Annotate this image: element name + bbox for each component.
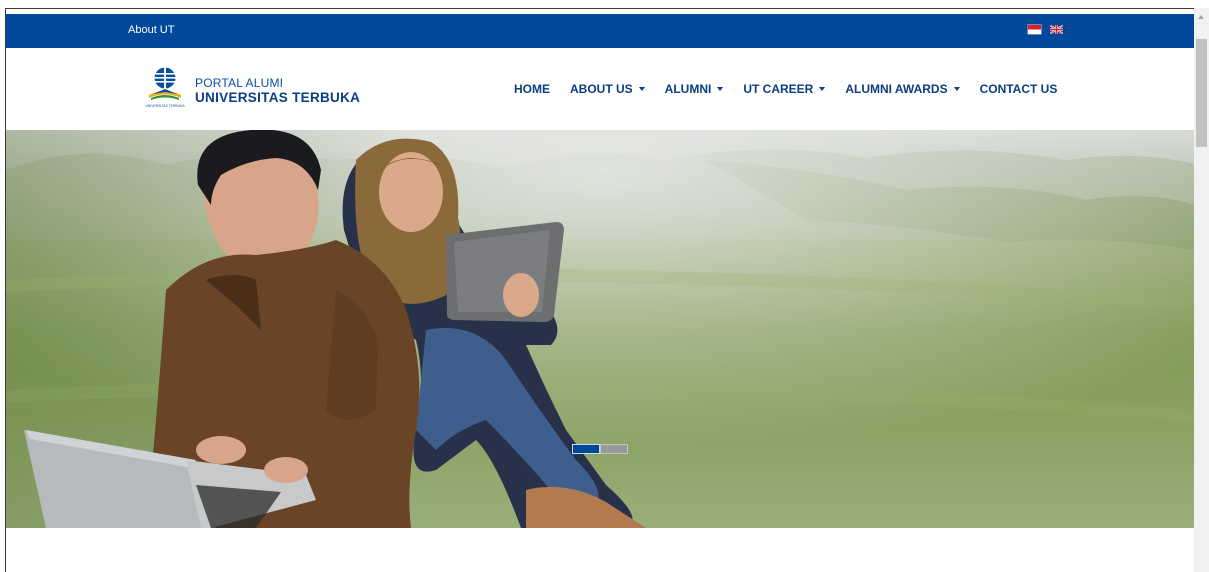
hero-slide-image	[6, 130, 1195, 528]
scrollbar-thumb[interactable]	[1196, 39, 1207, 147]
nav-ut-career[interactable]: UT CAREER	[743, 82, 826, 96]
browser-viewport: About UT UNIVERSITAS TERBUKA PORTAL ALUM…	[5, 8, 1209, 572]
site-header: UNIVERSITAS TERBUKA PORTAL ALUMI UNIVERS…	[6, 48, 1195, 130]
nav-alumni[interactable]: ALUMNI	[665, 82, 724, 96]
chevron-down-icon	[819, 87, 826, 91]
about-ut-link[interactable]: About UT	[128, 24, 174, 36]
nav-ut-career-label: UT CAREER	[743, 82, 814, 96]
indonesia-flag-icon[interactable]	[1028, 25, 1041, 34]
nav-contact-us[interactable]: CONTACT US	[980, 82, 1058, 96]
scroll-up-icon[interactable]	[1198, 15, 1204, 19]
chevron-down-icon	[717, 87, 724, 91]
nav-home[interactable]: HOME	[514, 82, 550, 96]
nav-alumni-awards[interactable]: ALUMNI AWARDS	[845, 82, 960, 96]
hero-carousel[interactable]	[6, 130, 1195, 528]
nav-alumni-label: ALUMNI	[664, 82, 712, 96]
nav-about-us-label: ABOUT US	[570, 82, 633, 96]
ut-logo-icon[interactable]: UNIVERSITAS TERBUKA	[136, 65, 194, 109]
page-scrollbar[interactable]	[1194, 8, 1209, 572]
nav-home-label: HOME	[514, 82, 550, 96]
brand-portal-title: PORTAL ALUMI	[195, 76, 284, 90]
nav-contact-us-label: CONTACT US	[979, 82, 1058, 96]
main-nav: HOME ABOUT US ALUMNI UT CAREER ALUMNI AW…	[514, 82, 1077, 96]
chevron-down-icon	[953, 87, 960, 91]
carousel-indicator-2[interactable]	[600, 444, 628, 454]
top-bar: About UT	[6, 14, 1195, 48]
uk-flag-icon[interactable]	[1050, 25, 1063, 34]
brand-university-name: UNIVERSITAS TERBUKA	[195, 90, 361, 105]
carousel-indicators	[572, 444, 628, 454]
nav-about-us[interactable]: ABOUT US	[570, 82, 645, 96]
carousel-indicator-1[interactable]	[572, 444, 600, 454]
language-switcher	[1028, 25, 1063, 34]
nav-alumni-awards-label: ALUMNI AWARDS	[845, 82, 948, 96]
chevron-down-icon	[638, 87, 645, 91]
logo-caption: UNIVERSITAS TERBUKA	[145, 104, 185, 108]
